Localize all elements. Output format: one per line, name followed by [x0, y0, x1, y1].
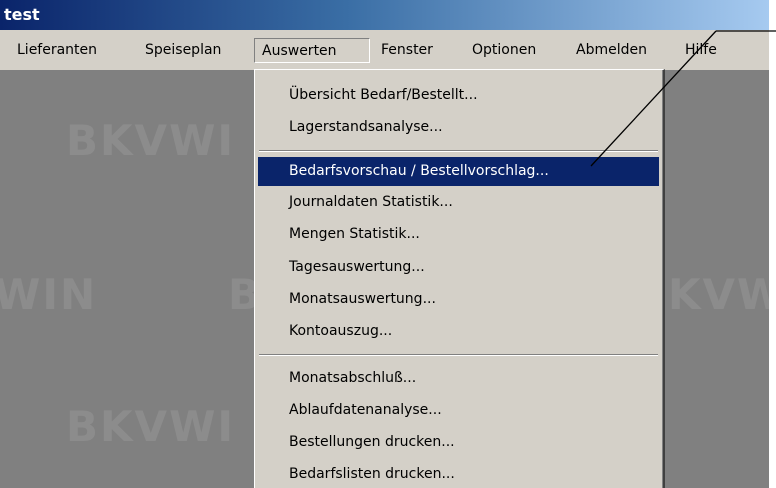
annotation-pointer-line	[590, 30, 776, 167]
